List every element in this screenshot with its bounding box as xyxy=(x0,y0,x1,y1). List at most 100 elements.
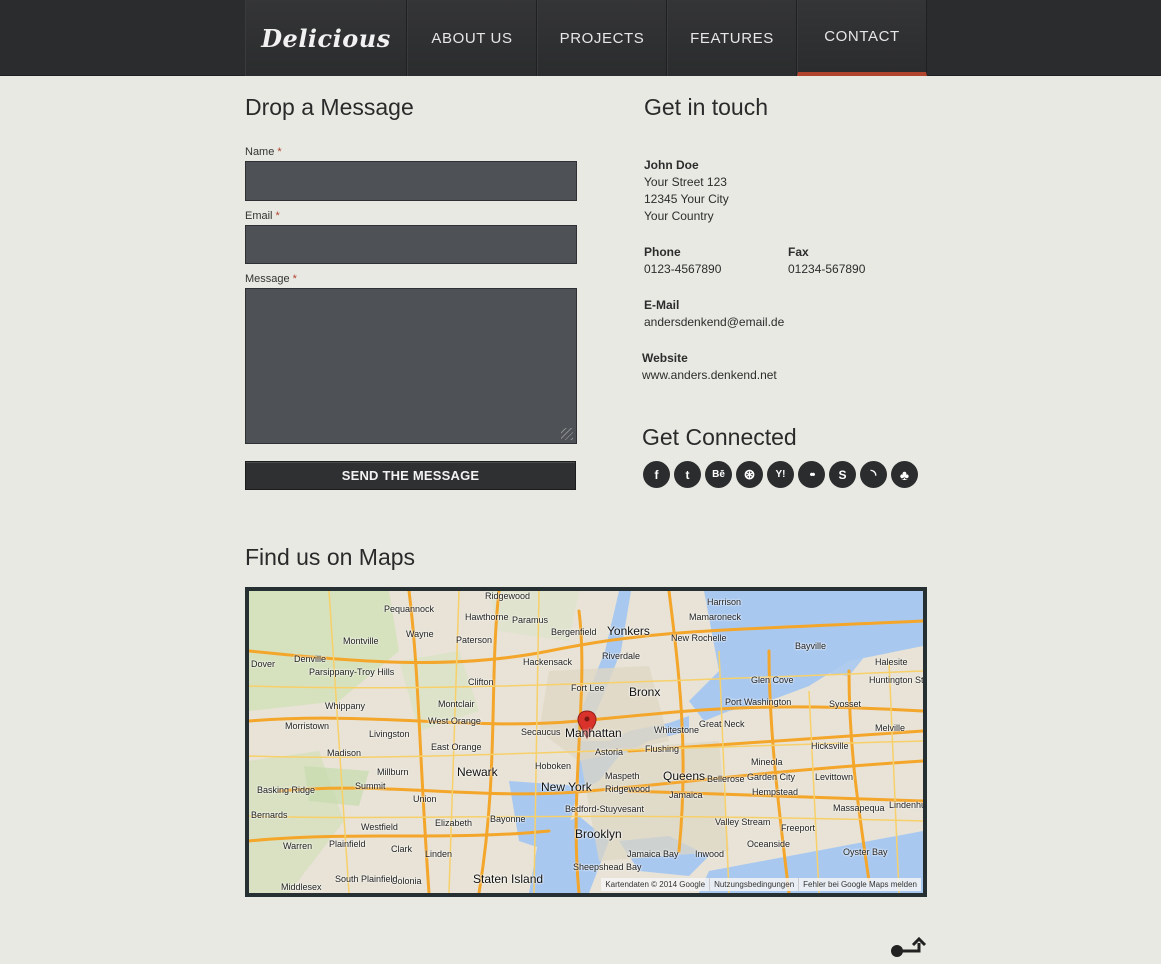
map-label: Queens xyxy=(663,769,706,783)
map-label: Astoria xyxy=(595,747,624,757)
map-label: Harrison xyxy=(707,597,742,607)
nav-item-about-us[interactable]: ABOUT US xyxy=(407,0,537,76)
map-label: Summit xyxy=(355,781,386,791)
map-report-link[interactable]: Fehler bei Google Maps melden xyxy=(798,878,921,891)
map-label: Paterson xyxy=(456,635,493,645)
map-label: Mamaroneck xyxy=(689,612,742,622)
map-label: Ridgewood xyxy=(485,591,531,601)
message-label: Message * xyxy=(245,273,297,285)
map-label: Melville xyxy=(875,723,906,733)
map-label: Huntington Station xyxy=(869,675,923,685)
map-label: Jamaica xyxy=(669,790,703,800)
map-label: Newark xyxy=(457,765,498,779)
twitter-icon[interactable]: t xyxy=(674,461,701,488)
behance-icon[interactable]: Bē xyxy=(705,461,732,488)
social-icons: f t Bē ⊛ Y! •• S ◝ ♣ xyxy=(643,461,918,488)
map-label: Bedford-Stuyvesant xyxy=(565,804,645,814)
map-label: Freeport xyxy=(781,823,816,833)
rss-icon[interactable]: ◝ xyxy=(860,461,887,488)
contact-country: Your Country xyxy=(644,209,714,223)
map-label: Manhattan xyxy=(565,726,622,740)
map-label: Pequannock xyxy=(384,604,435,614)
email-label: Email * xyxy=(245,210,280,222)
send-message-button[interactable]: SEND THE MESSAGE xyxy=(245,461,576,490)
map-label: Hackensack xyxy=(523,657,573,667)
map-label: Dover xyxy=(251,659,276,669)
map-label: Valley Stream xyxy=(715,817,771,827)
yahoo-icon[interactable]: Y! xyxy=(767,461,794,488)
map-label: Paramus xyxy=(512,615,549,625)
map-attribution: Kartendaten © 2014 Google Nutzungsbeding… xyxy=(601,878,921,891)
map-label: Syosset xyxy=(829,699,862,709)
map-terms-link[interactable]: Nutzungsbedingungen xyxy=(709,878,798,891)
map-label: Fort Lee xyxy=(571,683,605,693)
email-info-label: E-Mail xyxy=(644,298,680,312)
map-label: Bayonne xyxy=(490,814,526,824)
contact-name: John Doe xyxy=(644,158,699,172)
website-block: Website www.anders.denkend.net xyxy=(642,350,777,384)
skype-icon[interactable]: S xyxy=(829,461,856,488)
forrst-icon[interactable]: ♣ xyxy=(891,461,918,488)
map-label: Maspeth xyxy=(605,771,640,781)
map-label: Halesite xyxy=(875,657,908,667)
social-title: Get Connected xyxy=(642,424,797,450)
map-label: Morristown xyxy=(285,721,330,731)
map-label: Lindenhurst xyxy=(889,800,923,810)
map-frame: Ridgewood Harrison Pequannock Hawthorne … xyxy=(245,587,927,897)
map-label: Montville xyxy=(343,636,379,646)
facebook-icon[interactable]: f xyxy=(643,461,670,488)
map-label: Hoboken xyxy=(535,761,572,771)
map-label: Madison xyxy=(327,748,362,758)
map-label: Denville xyxy=(294,654,327,664)
flickr-icon[interactable]: •• xyxy=(798,461,825,488)
map-label: Bergenfield xyxy=(551,627,597,637)
email-link[interactable]: andersdenkend@email.de xyxy=(644,314,784,331)
map-label: Hicksville xyxy=(811,741,849,751)
map-label: Jamaica Bay xyxy=(627,849,679,859)
nav-item-contact[interactable]: CONTACT xyxy=(797,0,927,76)
map-label: Riverdale xyxy=(602,651,641,661)
name-label: Name * xyxy=(245,146,282,158)
site-logo[interactable]: Delicious xyxy=(245,0,407,76)
map-label: Hawthorne xyxy=(465,612,509,622)
google-map[interactable]: Ridgewood Harrison Pequannock Hawthorne … xyxy=(249,591,923,893)
dribbble-icon[interactable]: ⊛ xyxy=(736,461,763,488)
map-label: Montclair xyxy=(438,699,475,709)
map-label: Whitestone xyxy=(654,725,700,735)
map-label: Linden xyxy=(425,849,453,859)
map-label: Livingston xyxy=(369,729,410,739)
map-label: Oceanside xyxy=(747,839,791,849)
map-label: Bayville xyxy=(795,641,827,651)
email-block: E-Mail andersdenkend@email.de xyxy=(644,297,784,331)
website-link[interactable]: www.anders.denkend.net xyxy=(642,367,777,384)
fax-value: 01234-567890 xyxy=(788,262,866,276)
map-label: Union xyxy=(413,794,437,804)
form-title: Drop a Message xyxy=(245,94,414,120)
email-field[interactable] xyxy=(245,225,577,264)
logo-text: Delicious xyxy=(261,23,391,53)
map-label: Whippany xyxy=(325,701,366,711)
name-field[interactable] xyxy=(245,161,577,201)
resize-handle-icon[interactable] xyxy=(561,428,573,440)
map-label: Millburn xyxy=(377,767,409,777)
fax-label: Fax xyxy=(788,245,809,259)
nav-item-projects[interactable]: PROJECTS xyxy=(537,0,667,76)
phone-label: Phone xyxy=(644,245,681,259)
message-textarea[interactable] xyxy=(245,288,577,444)
map-label: Elizabeth xyxy=(435,818,473,828)
map-label: Basking Ridge xyxy=(257,785,316,795)
map-label: Port Washington xyxy=(725,697,792,707)
map-label: Clifton xyxy=(468,677,494,687)
map-label: Glen Cove xyxy=(751,675,794,685)
map-title: Find us on Maps xyxy=(245,544,416,570)
map-label: Clark xyxy=(391,844,413,854)
map-label: Sheepshead Bay xyxy=(573,862,642,872)
map-label: East Orange xyxy=(431,742,482,752)
nav-item-features[interactable]: FEATURES xyxy=(667,0,797,76)
map-label: Great Neck xyxy=(699,719,745,729)
address-block: John Doe Your Street 123 12345 Your City… xyxy=(644,157,729,225)
map-label: Brooklyn xyxy=(575,827,622,841)
map-label: Levittown xyxy=(815,772,854,782)
map-label: Garden City xyxy=(747,772,796,782)
back-to-top-icon[interactable] xyxy=(889,937,929,961)
